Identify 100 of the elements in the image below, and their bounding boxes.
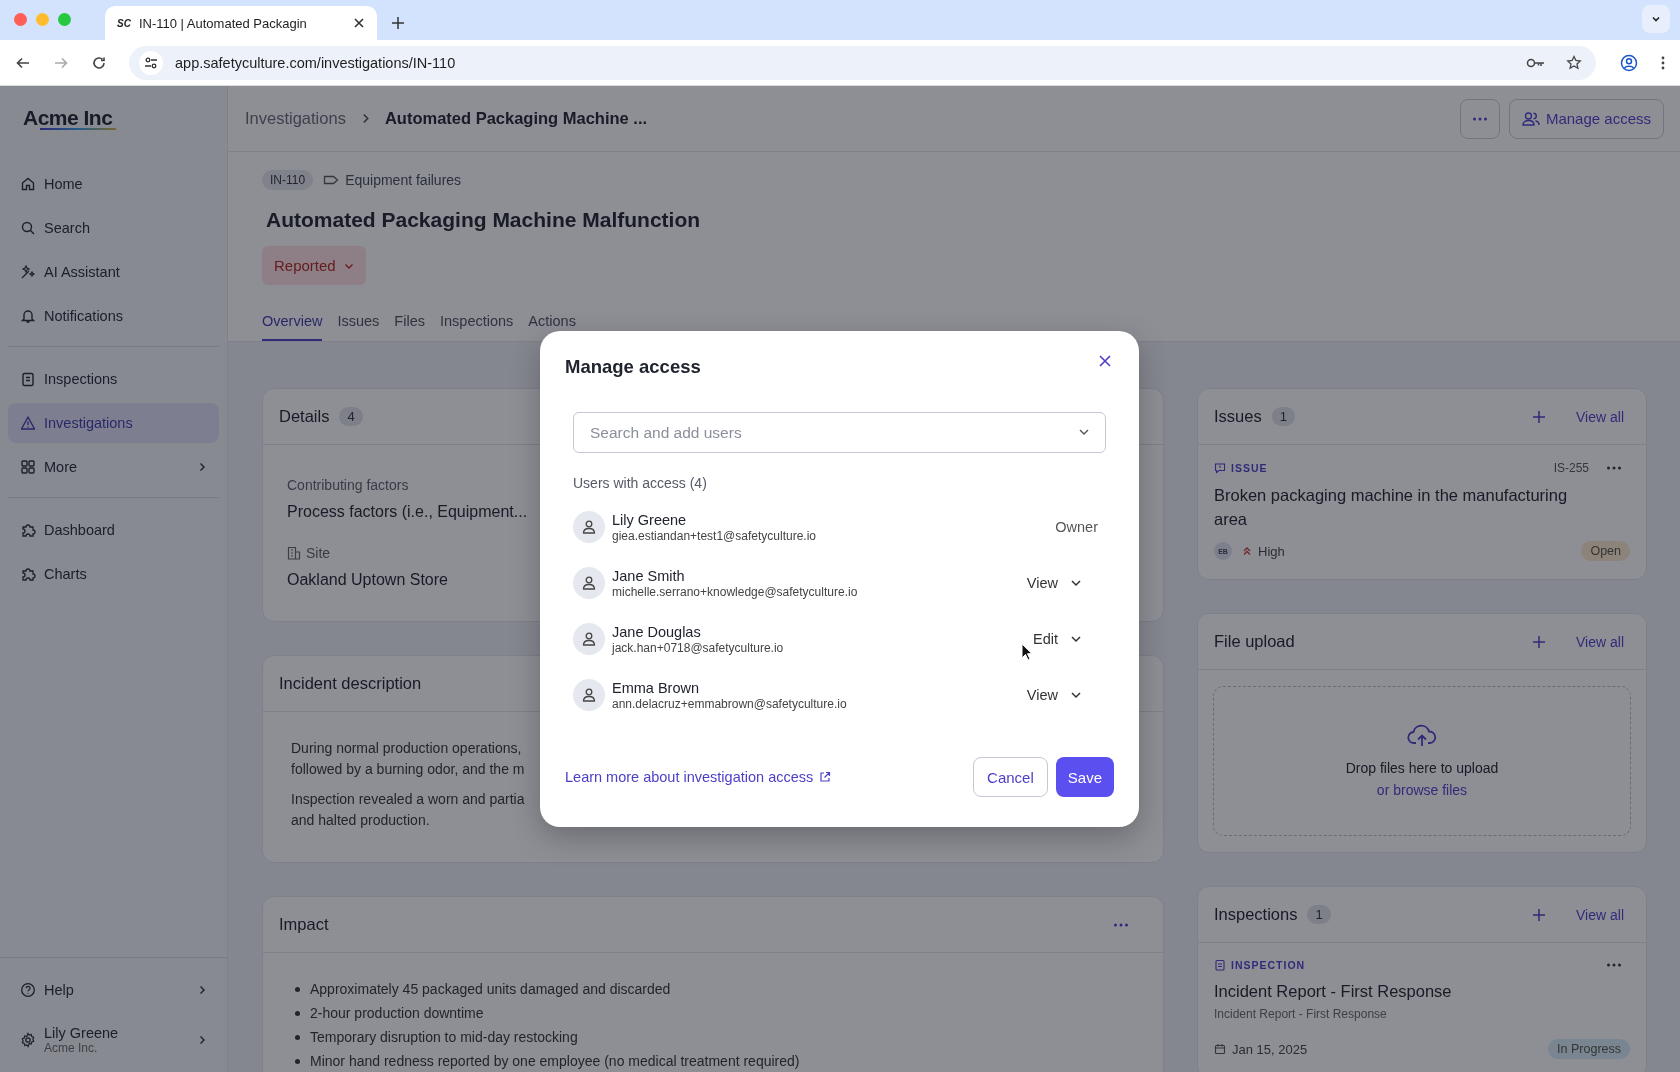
browse-files-link[interactable]: or browse files: [1376, 782, 1468, 798]
category-label: Equipment failures: [345, 172, 462, 188]
view-all-link[interactable]: View all: [1576, 408, 1624, 425]
close-icon[interactable]: [1098, 353, 1112, 368]
bullet-text: Approximately 45 packaged units damaged and discarded: [310, 980, 671, 999]
file-drop-zone[interactable]: Drop files here to upload or browse files: [1213, 686, 1631, 836]
description-text: During normal production operations,: [291, 739, 522, 758]
sidebar-item[interactable]: Home: [8, 164, 219, 204]
view-all-link[interactable]: View all: [1576, 633, 1624, 650]
sidebar-item[interactable]: AI Assistant: [8, 252, 219, 292]
new-tab-icon[interactable]: [391, 16, 405, 30]
close-icon[interactable]: [353, 17, 365, 29]
external-link-icon: [819, 771, 832, 783]
sidebar-item[interactable]: More: [8, 447, 219, 487]
manage-access-button[interactable]: Manage access: [1508, 98, 1664, 139]
cancel-button[interactable]: Cancel: [973, 757, 1048, 797]
role-dropdown[interactable]: View: [1022, 683, 1106, 707]
role-label: Owner: [1055, 519, 1098, 535]
save-button[interactable]: Save: [1055, 757, 1114, 797]
bullet-text: 2-hour production downtime: [310, 1004, 484, 1023]
sidebar-item[interactable]: Dashboard: [8, 510, 219, 550]
chevron-right-icon: [197, 985, 207, 995]
browser-tab[interactable]: SC IN-110 | Automated Packagin: [105, 6, 377, 40]
tab[interactable]: Issues: [337, 305, 380, 341]
bookmark-star-icon[interactable]: [1566, 54, 1582, 71]
site-favicon: SC: [117, 17, 131, 29]
more-icon[interactable]: [1113, 922, 1129, 927]
description-text: Inspection revealed a worn and partia: [291, 790, 525, 809]
warning-icon: [20, 415, 36, 431]
users-icon: [1521, 110, 1540, 127]
more-icon: [1471, 116, 1488, 121]
address-bar[interactable]: app.safetyculture.com/investigations/IN-110: [129, 45, 1596, 80]
user-avatar: [573, 679, 605, 711]
tag-icon: [323, 174, 340, 186]
field-label: Site: [306, 545, 331, 561]
bullet-text: Temporary disruption to mid-day restocking: [310, 1028, 578, 1047]
field-value: Process factors (i.e., Equipment...: [287, 503, 528, 521]
add-icon[interactable]: [1532, 409, 1546, 424]
chevron-down-icon: [1070, 633, 1082, 645]
help-menu[interactable]: Help: [8, 970, 219, 1010]
user-email: giea.estiandan+test1@safetyculture.io: [612, 528, 817, 543]
site-settings-icon[interactable]: [139, 50, 163, 75]
card-title: Issues: [1214, 407, 1262, 426]
bullet-text: Minor hand redness reported by one employee (no medical treatment required): [310, 1052, 800, 1071]
sparkle-wand-icon: [20, 264, 36, 280]
count-badge: 4: [339, 407, 363, 426]
investigation-title: Automated Packaging Machine Malfunction: [266, 208, 702, 232]
more-icon[interactable]: [1606, 963, 1622, 967]
status-dropdown[interactable]: Reported: [262, 246, 366, 285]
tab[interactable]: Inspections: [440, 305, 514, 341]
count-badge: 1: [1307, 905, 1331, 924]
key-icon[interactable]: [1526, 56, 1546, 69]
breadcrumb-current: Automated Packaging Machine ...: [384, 109, 648, 128]
reload-icon[interactable]: [91, 54, 107, 71]
sidebar-item[interactable]: Inspections: [8, 359, 219, 399]
user-search-field[interactable]: Search and add users: [573, 412, 1106, 453]
chevron-down-icon: [1070, 689, 1082, 701]
view-all-link[interactable]: View all: [1576, 906, 1624, 923]
user-name: Lily Greene: [612, 511, 688, 528]
building-icon: [287, 546, 301, 560]
card-title: Impact: [279, 915, 329, 934]
alert-bubble-icon: [1214, 462, 1226, 474]
add-icon[interactable]: [1532, 907, 1546, 922]
chevron-right-icon: [197, 1035, 207, 1045]
role-dropdown[interactable]: View: [1022, 571, 1106, 595]
dialog-title: Manage access: [565, 356, 702, 378]
priority-label: High: [1258, 543, 1285, 559]
role-dropdown[interactable]: Edit: [1029, 627, 1106, 651]
user-email: ann.delacruz+emmabrown@safetyculture.io: [612, 696, 848, 711]
account-menu[interactable]: Lily Greene Acme Inc.: [8, 1016, 219, 1064]
description-text: and halted production.: [291, 811, 430, 830]
gear-icon: [20, 1032, 36, 1048]
issue-title-link[interactable]: Broken packaging machine in the manufacturing area: [1214, 483, 1584, 531]
inspection-title-link[interactable]: Incident Report - First Response: [1214, 979, 1584, 1003]
bell-icon: [20, 308, 36, 324]
issue-id: IS-255: [1553, 461, 1589, 475]
grid-icon: [20, 459, 36, 475]
user-email: jack.han+0718@safetyculture.io: [612, 640, 785, 655]
sidebar-item[interactable]: Investigations: [8, 403, 219, 443]
tab[interactable]: Files: [394, 305, 425, 341]
sidebar-item[interactable]: Notifications: [8, 296, 219, 336]
puzzle-icon: [20, 522, 36, 538]
more-icon[interactable]: [1606, 466, 1622, 470]
user-name: Jane Douglas: [612, 623, 702, 640]
home-icon: [20, 176, 36, 192]
learn-more-link[interactable]: Learn more about investigation access: [565, 769, 832, 785]
sidebar-item[interactable]: Search: [8, 208, 219, 248]
add-icon[interactable]: [1532, 634, 1546, 649]
field-label: Contributing factors: [287, 477, 409, 493]
sidebar-item[interactable]: Charts: [8, 554, 219, 594]
user-name: Emma Brown: [612, 679, 701, 696]
card-title: Inspections: [1214, 905, 1298, 924]
breadcrumb-link[interactable]: Investigations: [245, 109, 346, 128]
description-text: followed by a burning odor, and the m: [291, 760, 525, 779]
profile-icon[interactable]: [1620, 53, 1638, 72]
user-avatar: [573, 511, 605, 543]
browser-menu-icon[interactable]: [1660, 54, 1666, 71]
chevron-down-icon: [1070, 577, 1082, 589]
drop-instructions: Drop files here to upload: [1345, 760, 1499, 776]
item-type-label: INSPECTION: [1231, 959, 1306, 971]
